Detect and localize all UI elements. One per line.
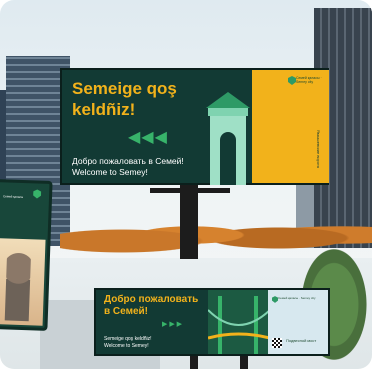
- suspension-bridge-icon: [208, 290, 270, 354]
- greeting-ru: Добро пожаловать в Семей!: [72, 156, 184, 166]
- arch-gate-icon: [206, 92, 250, 185]
- bridge-label: Подвесной мост: [286, 338, 317, 343]
- arrows-icon: ◀◀◀: [128, 129, 168, 146]
- billboard-post: [180, 185, 198, 259]
- qr-code-icon: [272, 338, 282, 348]
- portrait-figure: [4, 250, 32, 322]
- logo-text: Семей қаласы · Semey city: [278, 296, 316, 300]
- vertical-caption: Ямышевские ворота: [316, 130, 321, 169]
- city-totem-sign: Семей қаласы: [0, 179, 53, 331]
- totem-text: Семей қаласы: [2, 194, 24, 200]
- greeting-kk: Semeige qoş keldñiz!: [104, 336, 152, 342]
- main-billboard: Semeige qoş keldñiz! ◀◀◀ Добро пожаловат…: [60, 68, 329, 185]
- billboard-leg: [240, 356, 248, 369]
- bottom-billboard: Добро пожаловать в Семей! ▶ ▶ ▶ Semeige …: [94, 288, 330, 356]
- billboard-title: Добро пожаловать в Семей!: [104, 294, 199, 317]
- arrows-icon: ▶ ▶ ▶: [162, 321, 183, 328]
- photo-scene: Semeige qoş keldñiz! ◀◀◀ Добро пожаловат…: [0, 0, 372, 369]
- greeting-en: Welcome to Semey!: [104, 343, 149, 349]
- billboard-title: Semeige qoş keldñiz!: [72, 79, 177, 119]
- greeting-en: Welcome to Semey!: [72, 167, 148, 177]
- billboard-leg: [190, 356, 198, 369]
- logo-text: Семей қаласы · Semey city: [296, 76, 322, 84]
- city-logo-icon: [288, 76, 296, 85]
